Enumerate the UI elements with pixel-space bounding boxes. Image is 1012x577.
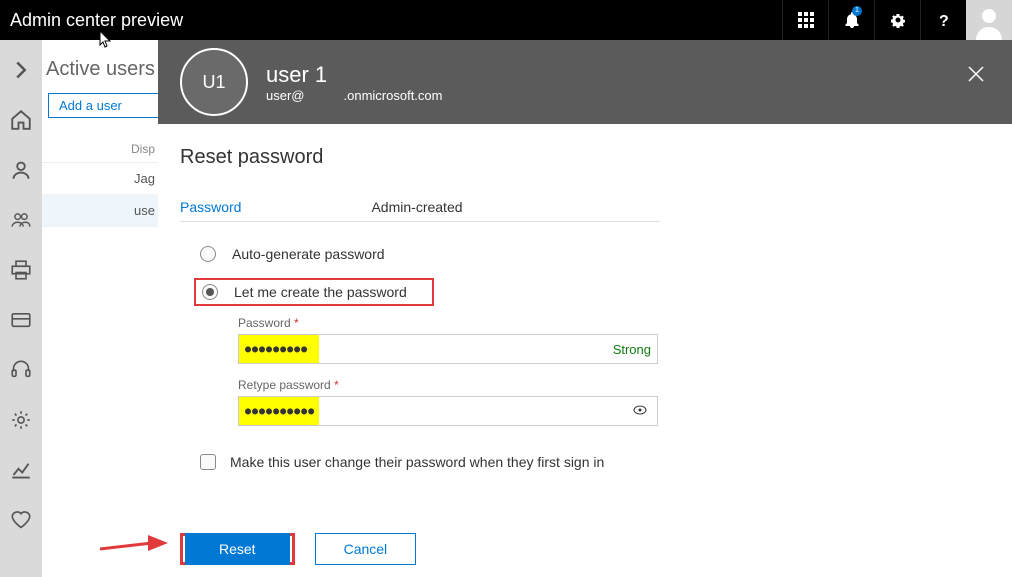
help-icon[interactable]: ? <box>920 0 966 40</box>
list-item[interactable]: use <box>42 195 161 227</box>
reset-button-highlight: Reset <box>180 533 295 565</box>
password-label: Password * <box>238 316 990 330</box>
option-auto-generate[interactable]: Auto-generate password <box>200 246 990 262</box>
button-row: Reset Cancel <box>180 533 416 565</box>
settings-icon[interactable] <box>874 0 920 40</box>
section-title: Reset password <box>180 146 990 169</box>
radio-icon[interactable] <box>200 246 216 262</box>
user-email: user@xxxxxx.onmicrosoft.com <box>266 88 442 103</box>
left-nav-rail <box>0 40 42 577</box>
gear-icon[interactable] <box>11 410 31 430</box>
printer-icon[interactable] <box>11 260 31 280</box>
card-icon[interactable] <box>11 310 31 330</box>
option-create-password[interactable]: Let me create the password <box>194 278 434 306</box>
profile-avatar-icon[interactable] <box>966 0 1012 40</box>
column-header: Disp <box>42 118 161 163</box>
close-icon[interactable] <box>966 64 986 84</box>
tab-row: Password Admin-created <box>180 199 660 222</box>
checkbox-icon[interactable] <box>200 454 216 470</box>
top-bar: Admin center preview 1 ? <box>0 0 1012 40</box>
list-item[interactable]: Jag <box>42 163 161 195</box>
home-icon[interactable] <box>11 110 31 130</box>
tab-value: Admin-created <box>371 199 462 215</box>
app-title: Admin center preview <box>0 10 183 31</box>
people-icon[interactable] <box>11 210 31 230</box>
radio-icon[interactable] <box>202 284 218 300</box>
active-users-panel: Active users Add a user Disp Jag use <box>42 40 162 577</box>
heart-icon[interactable] <box>11 510 31 530</box>
reset-password-panel: U1 user 1 user@xxxxxx.onmicrosoft.com Re… <box>158 40 1012 577</box>
password-input[interactable]: ●●●●●●●●● Strong <box>238 334 658 364</box>
chart-icon[interactable] <box>11 460 31 480</box>
cancel-button[interactable]: Cancel <box>315 533 417 565</box>
retype-password-label: Retype password * <box>238 378 990 392</box>
reveal-password-icon[interactable] <box>633 405 647 415</box>
svg-text:?: ? <box>939 13 949 28</box>
page-title: Active users <box>42 40 161 81</box>
add-user-button[interactable]: Add a user <box>48 93 161 118</box>
retype-password-input[interactable]: ●●●●●●●●●● <box>238 396 658 426</box>
waffle-icon[interactable] <box>782 0 828 40</box>
notification-badge: 1 <box>852 6 862 16</box>
force-change-checkbox-row[interactable]: Make this user change their password whe… <box>200 454 990 470</box>
reset-button[interactable]: Reset <box>185 533 290 565</box>
password-strength: Strong <box>613 342 651 357</box>
person-icon[interactable] <box>11 160 31 180</box>
user-avatar-circle: U1 <box>180 48 248 116</box>
tab-password[interactable]: Password <box>180 199 241 215</box>
headset-icon[interactable] <box>11 360 31 380</box>
notifications-icon[interactable]: 1 <box>828 0 874 40</box>
password-value: ●●●●●●●●● <box>239 335 319 363</box>
user-name: user 1 <box>266 62 442 88</box>
panel-header: U1 user 1 user@xxxxxx.onmicrosoft.com <box>158 40 1012 124</box>
retype-password-value: ●●●●●●●●●● <box>239 397 319 425</box>
chevron-right-icon[interactable] <box>11 60 31 80</box>
